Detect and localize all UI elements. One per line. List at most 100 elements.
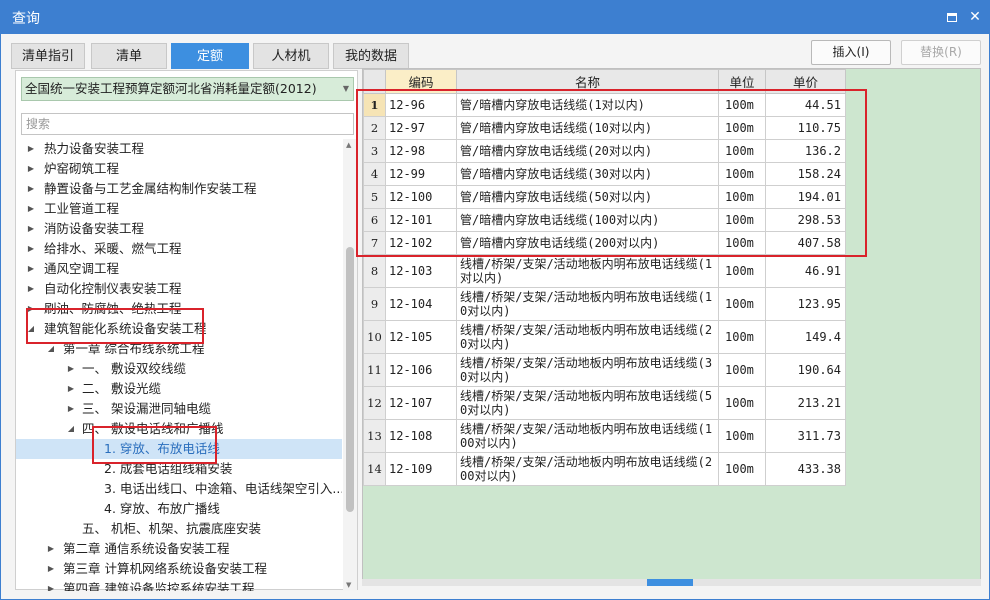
cell-code: 12-107 (385, 386, 457, 420)
tree-item[interactable]: ▶ 刷油、防腐蚀、绝热工程 (16, 299, 342, 319)
row-number: 1 (363, 93, 386, 117)
tree-item[interactable]: 五、 机柜、机架、抗震底座安装 (16, 519, 342, 539)
column-header-name[interactable]: 名称 (456, 69, 719, 94)
cell-unit: 100m (718, 353, 766, 387)
tree-item[interactable]: 4. 穿放、布放广播线 (16, 499, 342, 519)
expand-arrow-icon[interactable]: ▶ (26, 299, 36, 319)
table-row[interactable]: 14 12-109 线槽/桥架/支架/活动地板内明布放电话线缆(200对以内) 100… (363, 452, 846, 486)
expand-arrow-icon[interactable]: ▶ (26, 219, 36, 239)
tree-scrollbar[interactable]: ▲ ▼ (343, 139, 357, 591)
column-header-code[interactable]: 编码 (385, 69, 457, 94)
expand-arrow-icon[interactable]: ▶ (46, 539, 56, 559)
cell-price: 110.75 (765, 116, 846, 140)
tree-item-label: 通风空调工程 (44, 261, 120, 276)
collapse-arrow-icon[interactable]: ◢ (66, 419, 76, 439)
table-row[interactable]: 6 12-101 管/暗槽内穿放电话线缆(100对以内) 100m 298.53 (363, 208, 846, 232)
scroll-up-icon[interactable]: ▲ (346, 141, 351, 149)
tree-item[interactable]: 3. 电话出线口、中途箱、电话线架空引入... (16, 479, 342, 499)
table-row[interactable]: 2 12-97 管/暗槽内穿放电话线缆(10对以内) 100m 110.75 (363, 116, 846, 140)
tree-item[interactable]: ▶ 自动化控制仪表安装工程 (16, 279, 342, 299)
expand-arrow-icon[interactable]: ▶ (26, 239, 36, 259)
tree-item[interactable]: 2. 成套电话组线箱安装 (16, 459, 342, 479)
table-row[interactable]: 1 12-96 管/暗槽内穿放电话线缆(1对以内) 100m 44.51 (363, 93, 846, 117)
table-row[interactable]: 10 12-105 线槽/桥架/支架/活动地板内明布放电话线缆(20对以内) 100m… (363, 320, 846, 354)
tree-item-label: 五、 机柜、机架、抗震底座安装 (82, 521, 261, 536)
cell-unit: 100m (718, 185, 766, 209)
cell-unit: 100m (718, 231, 766, 255)
grid-horizontal-scrollbar[interactable] (362, 579, 981, 586)
tree-item[interactable]: ▶ 静置设备与工艺金属结构制作安装工程 (16, 179, 342, 199)
quota-tree: ▶ 热力设备安装工程 ▶ 炉窑砌筑工程 ▶ 静置设备与工艺金属结构制作安装工程 ▶ 工业管道工… (16, 139, 342, 591)
expand-arrow-icon[interactable]: ▶ (26, 259, 36, 279)
tab-bill[interactable]: 清单 (91, 43, 167, 69)
tree-item[interactable]: ▶ 第四章 建筑设备监控系统安装工程 (16, 579, 342, 591)
expand-arrow-icon[interactable]: ▶ (66, 359, 76, 379)
tree-item[interactable]: ▶ 消防设备安装工程 (16, 219, 342, 239)
table-row[interactable]: 13 12-108 线槽/桥架/支架/活动地板内明布放电话线缆(100对以内) 100… (363, 419, 846, 453)
tree-item[interactable]: ◢ 第一章 综合布线系统工程 (16, 339, 342, 359)
table-row[interactable]: 8 12-103 线槽/桥架/支架/活动地板内明布放电话线缆(1对以内) 100m 46… (363, 254, 846, 288)
expand-arrow-icon[interactable]: ▶ (46, 579, 56, 591)
cell-unit: 100m (718, 287, 766, 321)
column-header-unit[interactable]: 单位 (718, 69, 766, 94)
expand-arrow-icon[interactable]: ▶ (66, 399, 76, 419)
tab-my-data[interactable]: 我的数据 (333, 43, 409, 69)
tree-item[interactable]: ▶ 一、 敷设双绞线缆 (16, 359, 342, 379)
restore-icon (947, 12, 957, 22)
expand-arrow-icon[interactable]: ▶ (46, 559, 56, 579)
tree-item[interactable]: ▶ 通风空调工程 (16, 259, 342, 279)
table-row[interactable]: 4 12-99 管/暗槽内穿放电话线缆(30对以内) 100m 158.24 (363, 162, 846, 186)
restore-button[interactable] (942, 7, 962, 27)
row-number: 13 (363, 419, 386, 453)
cell-name: 线槽/桥架/支架/活动地板内明布放电话线缆(20对以内) (456, 320, 719, 354)
search-input[interactable] (21, 113, 354, 135)
table-row[interactable]: 5 12-100 管/暗槽内穿放电话线缆(50对以内) 100m 194.01 (363, 185, 846, 209)
tab-quota[interactable]: 定额 (171, 43, 249, 69)
tree-item[interactable]: ▶ 三、 架设漏泄同轴电缆 (16, 399, 342, 419)
tree-item[interactable]: ▶ 热力设备安装工程 (16, 139, 342, 159)
expand-arrow-icon[interactable]: ▶ (26, 279, 36, 299)
table-row[interactable]: 12 12-107 线槽/桥架/支架/活动地板内明布放电话线缆(50对以内) 100m… (363, 386, 846, 420)
expand-arrow-icon[interactable]: ▶ (66, 379, 76, 399)
library-select[interactable]: 全国统一安装工程预算定额河北省消耗量定额(2012) ▼ (21, 77, 354, 101)
tree-item[interactable]: 1. 穿放、布放电话线 (16, 439, 342, 459)
tree-item[interactable]: ▶ 炉窑砌筑工程 (16, 159, 342, 179)
tree-item-label: 四、 敷设电话线和广播线 (82, 421, 224, 436)
scroll-grip[interactable] (647, 579, 693, 586)
expand-arrow-icon[interactable]: ▶ (26, 139, 36, 159)
quota-grid: 编码 名称 单位 单价 1 12-96 管/暗槽内穿放电话线缆(1对以内) 100m 4… (363, 69, 846, 486)
tree-item[interactable]: ◢ 建筑智能化系统设备安装工程 (16, 319, 342, 339)
row-number: 14 (363, 452, 386, 486)
close-button[interactable]: ✕ (965, 7, 985, 27)
scroll-down-icon[interactable]: ▼ (346, 581, 351, 589)
tree-item[interactable]: ▶ 工业管道工程 (16, 199, 342, 219)
table-row[interactable]: 3 12-98 管/暗槽内穿放电话线缆(20对以内) 100m 136.2 (363, 139, 846, 163)
tree-item-label: 消防设备安装工程 (44, 221, 145, 236)
replace-button[interactable]: 替换(R) (901, 40, 981, 65)
tab-list-guide[interactable]: 清单指引 (11, 43, 85, 69)
cell-code: 12-101 (385, 208, 457, 232)
tree-item[interactable]: ▶ 第二章 通信系统设备安装工程 (16, 539, 342, 559)
tree-item[interactable]: ▶ 二、 敷设光缆 (16, 379, 342, 399)
tree-item[interactable]: ◢ 四、 敷设电话线和广播线 (16, 419, 342, 439)
cell-name: 管/暗槽内穿放电话线缆(100对以内) (456, 208, 719, 232)
collapse-arrow-icon[interactable]: ◢ (46, 339, 56, 359)
cell-code: 12-102 (385, 231, 457, 255)
tree-item[interactable]: ▶ 给排水、采暖、燃气工程 (16, 239, 342, 259)
left-panel: 全国统一安装工程预算定额河北省消耗量定额(2012) ▼ ▶ 热力设备安装工程 ▶ 炉… (15, 70, 358, 591)
tab-labor-material[interactable]: 人材机 (253, 43, 329, 69)
tree-item[interactable]: ▶ 第三章 计算机网络系统设备安装工程 (16, 559, 342, 579)
table-row[interactable]: 9 12-104 线槽/桥架/支架/活动地板内明布放电话线缆(10对以内) 100m 1… (363, 287, 846, 321)
column-header-price[interactable]: 单价 (765, 69, 846, 94)
cell-price: 158.24 (765, 162, 846, 186)
expand-arrow-icon[interactable]: ▶ (26, 179, 36, 199)
collapse-arrow-icon[interactable]: ◢ (26, 319, 36, 339)
table-row[interactable]: 11 12-106 线槽/桥架/支架/活动地板内明布放电话线缆(30对以内) 100m… (363, 353, 846, 387)
expand-arrow-icon[interactable]: ▶ (26, 199, 36, 219)
cell-price: 190.64 (765, 353, 846, 387)
scroll-thumb[interactable] (346, 247, 354, 512)
table-row[interactable]: 7 12-102 管/暗槽内穿放电话线缆(200对以内) 100m 407.58 (363, 231, 846, 255)
cell-price: 46.91 (765, 254, 846, 288)
expand-arrow-icon[interactable]: ▶ (26, 159, 36, 179)
insert-button[interactable]: 插入(I) (811, 40, 891, 65)
